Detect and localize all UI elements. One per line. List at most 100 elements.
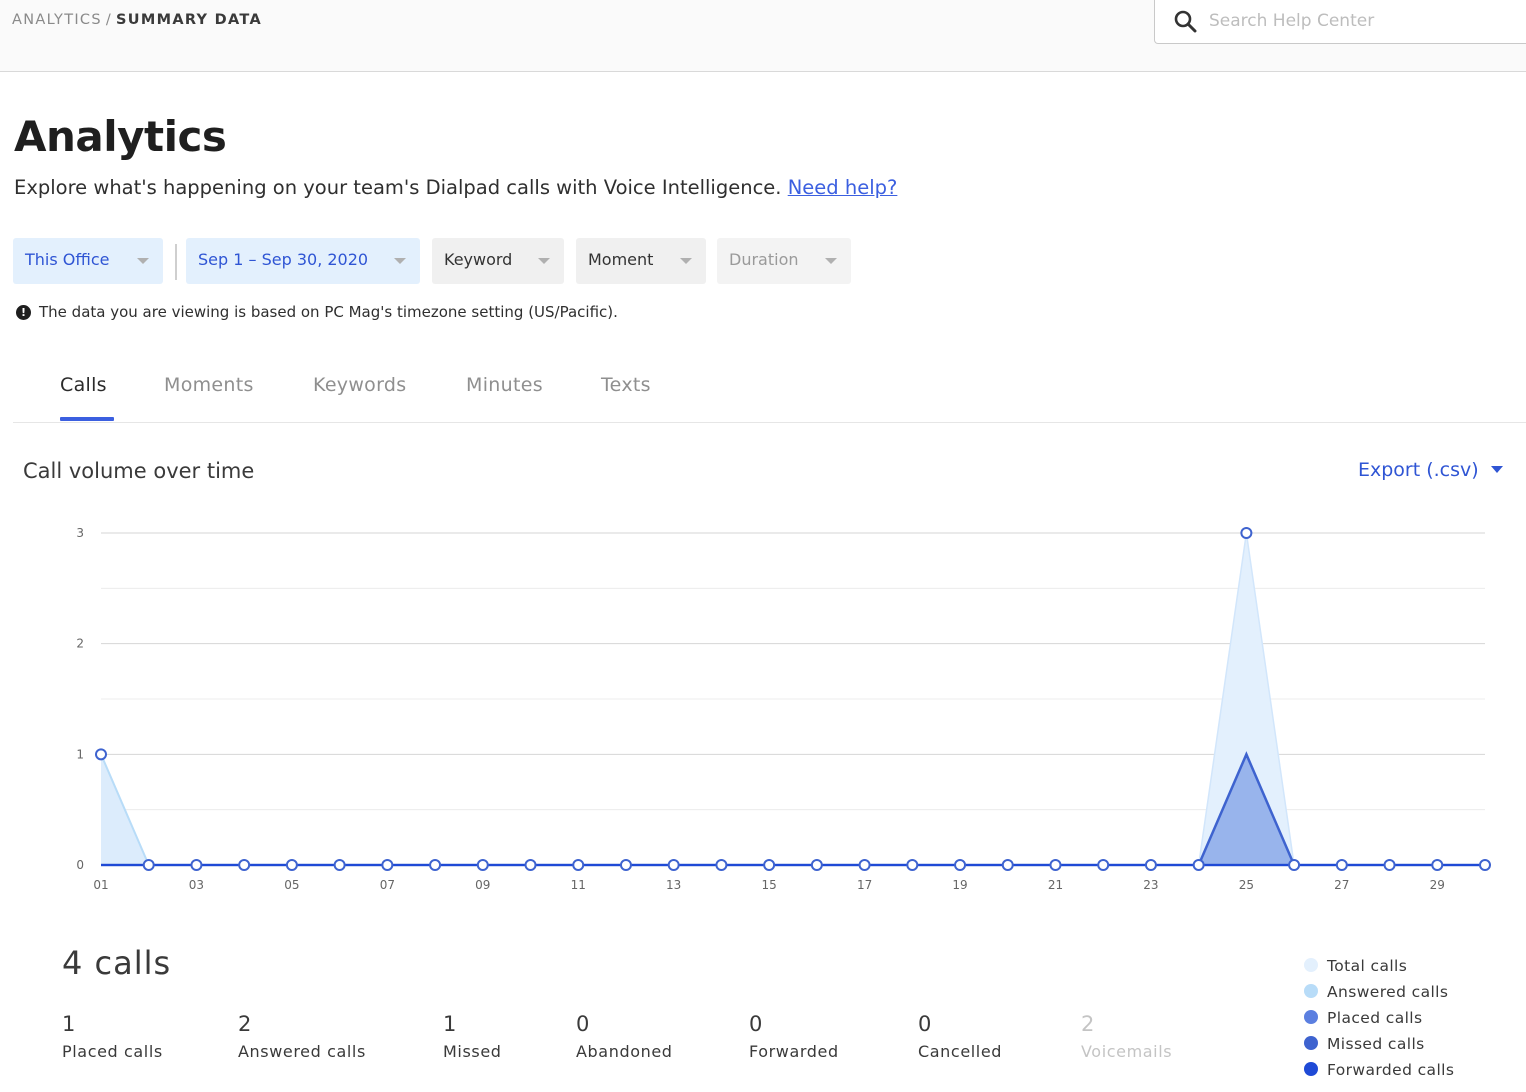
legend-label: Answered calls (1327, 983, 1449, 1001)
x-tick-label: 21 (1048, 878, 1063, 892)
keyword-filter[interactable]: Keyword (432, 238, 564, 284)
duration-filter[interactable]: Duration (717, 238, 851, 284)
chart-legend: Total calls Answered calls Placed calls … (1304, 957, 1454, 1087)
duration-filter-label: Duration (729, 250, 799, 269)
data-point (667, 859, 680, 871)
x-tick-label: 27 (1334, 878, 1349, 892)
timezone-note-text: The data you are viewing is based on PC … (39, 303, 618, 321)
stat-label: Abandoned (576, 1042, 673, 1061)
chevron-down-icon (137, 258, 149, 264)
data-point (95, 748, 107, 761)
legend-dot (1304, 984, 1318, 998)
legend-label: Missed calls (1327, 1035, 1425, 1053)
breadcrumb: ANALYTICS / SUMMARY DATA (12, 12, 262, 28)
legend-dot (1304, 1062, 1318, 1076)
data-point (381, 859, 394, 871)
stat-label: Forwarded (749, 1042, 839, 1061)
tab-minutes[interactable]: Minutes (466, 374, 543, 396)
stat-missed: 1 Missed (443, 1012, 502, 1061)
data-point (142, 859, 155, 871)
total-calls: 4 calls (62, 944, 172, 982)
x-tick-label: 23 (1143, 878, 1158, 892)
moment-filter[interactable]: Moment (576, 238, 706, 284)
tab-moments[interactable]: Moments (164, 374, 254, 396)
x-tick-label: 13 (666, 878, 681, 892)
chevron-down-icon (538, 258, 550, 264)
x-tick-label: 25 (1239, 878, 1254, 892)
stat-value: 0 (918, 1012, 932, 1036)
timezone-note: ! The data you are viewing is based on PC… (16, 303, 618, 321)
legend-label: Forwarded calls (1327, 1061, 1455, 1079)
page-subtitle: Explore what's happening on your team's … (14, 176, 897, 199)
office-filter-label: This Office (25, 250, 110, 269)
breadcrumb-current: SUMMARY DATA (116, 12, 262, 28)
x-tick-label: 29 (1430, 878, 1445, 892)
stat-label: Placed calls (62, 1042, 163, 1061)
data-point (954, 859, 967, 871)
legend-label: Placed calls (1327, 1009, 1423, 1027)
stat-value: 0 (749, 1012, 763, 1036)
info-icon: ! (16, 305, 31, 320)
chart-title: Call volume over time (23, 459, 255, 483)
data-point (715, 859, 728, 871)
search-input[interactable] (1209, 8, 1509, 34)
tab-texts[interactable]: Texts (601, 374, 651, 396)
x-tick-label: 03 (189, 878, 204, 892)
stat-value: 2 (238, 1012, 252, 1036)
legend-item[interactable]: Answered calls (1304, 983, 1454, 1009)
data-point (285, 859, 298, 871)
data-point (1001, 859, 1014, 871)
chevron-down-icon (825, 258, 837, 264)
data-point (429, 859, 442, 871)
filter-divider (175, 244, 177, 280)
y-tick-label: 1 (76, 747, 84, 761)
data-point (238, 859, 251, 871)
data-point (190, 859, 203, 871)
data-point (524, 859, 537, 871)
export-csv-button[interactable]: Export (.csv) (1358, 459, 1503, 481)
x-tick-label: 15 (761, 878, 776, 892)
active-tab-indicator (60, 417, 114, 421)
chevron-down-icon (680, 258, 692, 264)
legend-item[interactable]: Forwarded calls (1304, 1061, 1454, 1087)
search-box[interactable] (1154, 0, 1526, 44)
subtitle-text: Explore what's happening on your team's … (14, 176, 782, 199)
data-point (1479, 859, 1491, 871)
page-title: Analytics (14, 112, 227, 161)
stat-value: 2 (1081, 1012, 1095, 1036)
data-point (1049, 859, 1062, 871)
stat-voicemails: 2 Voicemails (1081, 1012, 1172, 1061)
stat-value: 0 (576, 1012, 590, 1036)
x-tick-label: 11 (571, 878, 586, 892)
tab-bar: Calls Moments Keywords Minutes Texts (13, 360, 1526, 423)
data-point (619, 859, 632, 871)
tab-keywords[interactable]: Keywords (313, 374, 406, 396)
data-point (572, 859, 585, 871)
stat-answered: 2 Answered calls (238, 1012, 366, 1061)
date-range-label: Sep 1 – Sep 30, 2020 (198, 250, 369, 269)
breadcrumb-analytics[interactable]: ANALYTICS (12, 12, 102, 28)
legend-item[interactable]: Total calls (1304, 957, 1454, 983)
date-range-filter[interactable]: Sep 1 – Sep 30, 2020 (186, 238, 420, 284)
stat-label: Missed (443, 1042, 502, 1061)
stat-label: Cancelled (918, 1042, 1003, 1061)
legend-item[interactable]: Placed calls (1304, 1009, 1454, 1035)
x-tick-label: 05 (284, 878, 299, 892)
caret-down-icon (1490, 466, 1503, 473)
legend-dot (1304, 1010, 1318, 1024)
tab-calls[interactable]: Calls (60, 374, 107, 396)
stat-placed: 1 Placed calls (62, 1012, 163, 1061)
data-point (476, 859, 489, 871)
data-point (1288, 859, 1301, 871)
data-point (1335, 859, 1348, 871)
data-point (1431, 859, 1444, 871)
legend-dot (1304, 958, 1318, 972)
office-filter[interactable]: This Office (13, 238, 163, 284)
need-help-link[interactable]: Need help? (788, 176, 898, 199)
legend-item[interactable]: Missed calls (1304, 1035, 1454, 1061)
data-point (906, 859, 919, 871)
stat-forwarded: 0 Forwarded (749, 1012, 839, 1061)
data-point (1144, 859, 1157, 871)
stat-label: Answered calls (238, 1042, 366, 1061)
search-icon (1174, 10, 1197, 33)
